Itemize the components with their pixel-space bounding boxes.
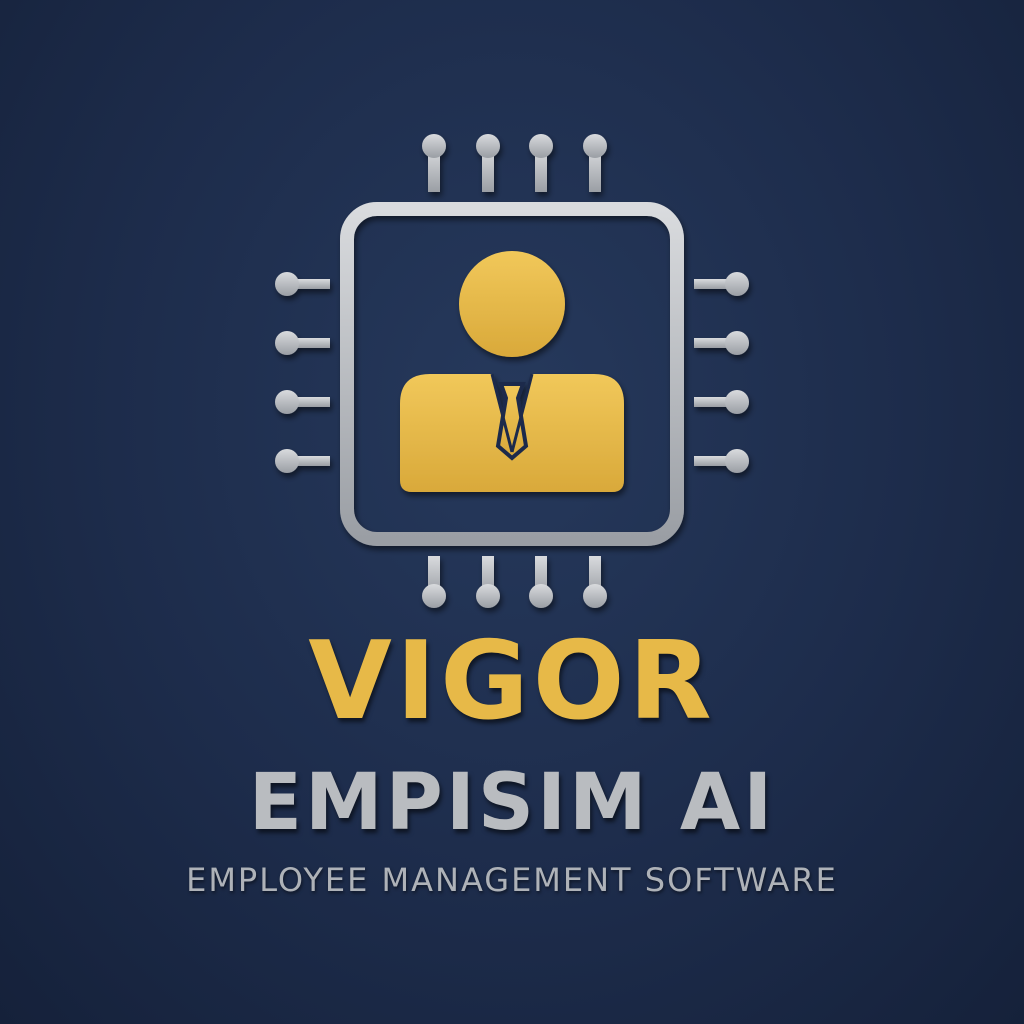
chip-person-icon — [275, 134, 749, 608]
logo: VIGOR EMPISIM AI EMPLOYEE MANAGEMENT SOF… — [0, 0, 1024, 1024]
chip-pins-right — [694, 272, 749, 473]
chip-pins-left — [275, 272, 330, 473]
chip-pins-top — [422, 134, 607, 192]
product-name: EMPISIM AI — [248, 758, 776, 848]
brand-name: VIGOR — [308, 619, 716, 744]
chip-pins-bottom — [422, 556, 607, 608]
person-icon — [400, 251, 624, 492]
tagline: EMPLOYEE MANAGEMENT SOFTWARE — [186, 861, 838, 899]
